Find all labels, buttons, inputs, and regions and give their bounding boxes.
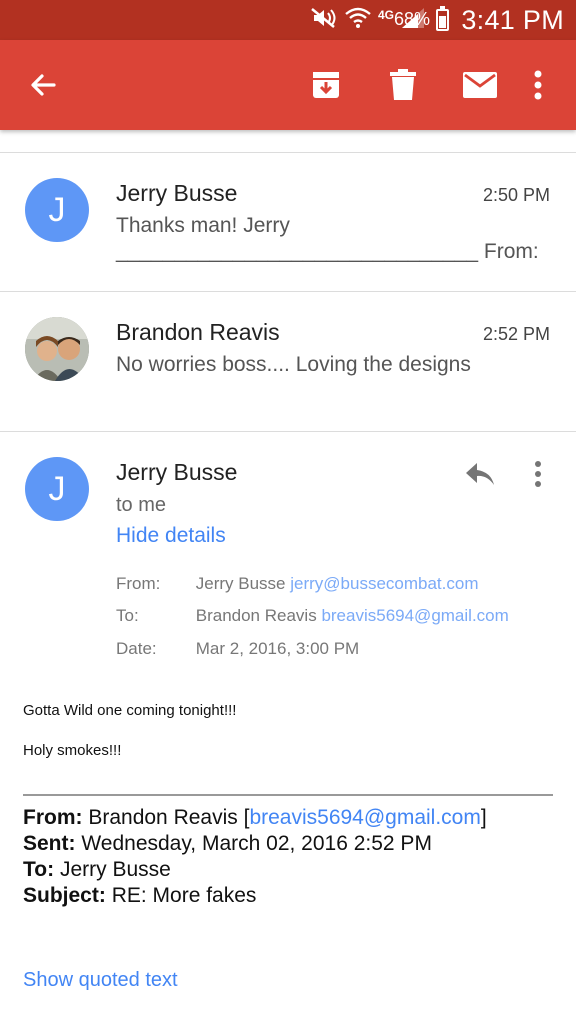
delete-icon <box>390 69 416 100</box>
network-type-label: 4G <box>377 8 394 22</box>
message-snippet: No worries boss.... Loving the designs <box>116 353 471 376</box>
detail-to-name: Brandon Reavis <box>195 606 317 625</box>
message-snippet-line2: _______________________________ From: <box>116 240 539 263</box>
message-more-button[interactable] <box>526 456 550 492</box>
thread-message-collapsed[interactable]: Brandon Reavis 2:52 PM No worries boss..… <box>0 292 576 431</box>
quote-separator <box>23 794 553 796</box>
battery-icon <box>436 6 449 31</box>
avatar-initial: J <box>48 190 66 229</box>
detail-date-value: Mar 2, 2016, 3:00 PM <box>195 639 360 658</box>
quoted-to: To: Jerry Busse <box>23 858 171 882</box>
avatar: J <box>25 457 89 521</box>
quoted-subject: Subject: RE: More fakes <box>23 884 256 908</box>
show-quoted-text-link[interactable]: Show quoted text <box>23 969 178 992</box>
quoted-sent-label: Sent: <box>23 832 76 855</box>
quoted-from-name: Brandon Reavis [ <box>88 806 250 829</box>
hide-details-link[interactable]: Hide details <box>116 524 226 548</box>
delete-button[interactable] <box>380 62 426 108</box>
sender-name: Jerry Busse <box>116 180 238 206</box>
archive-icon <box>313 72 339 98</box>
reply-button[interactable] <box>462 456 498 492</box>
app-bar <box>0 40 576 130</box>
more-vert-icon <box>534 70 542 100</box>
quoted-from: From: Brandon Reavis [breavis5694@gmail.… <box>23 806 487 830</box>
quoted-sent: Sent: Wednesday, March 02, 2016 2:52 PM <box>23 832 432 856</box>
quoted-subject-label: Subject: <box>23 884 106 907</box>
avatar-initial: J <box>48 469 66 508</box>
thread-message-collapsed[interactable]: J Jerry Busse 2:50 PM Thanks man! Jerry … <box>0 153 576 291</box>
message-snippet: Thanks man! Jerry <box>116 214 290 237</box>
sender-name: Jerry Busse <box>116 459 238 485</box>
detail-from-email[interactable]: jerry@bussecombat.com <box>290 574 478 593</box>
quoted-from-email[interactable]: breavis5694@gmail.com <box>249 806 480 829</box>
detail-from: From: Jerry Busse jerry@bussecombat.com <box>116 574 478 594</box>
body-line: Holy smokes!!! <box>23 742 122 759</box>
detail-to-email[interactable]: breavis5694@gmail.com <box>321 606 508 625</box>
avatar-photo <box>25 317 89 381</box>
sender-name: Brandon Reavis <box>116 319 280 345</box>
detail-to-label: To: <box>116 606 139 625</box>
mark-unread-button[interactable] <box>457 62 503 108</box>
detail-date: Date: Mar 2, 2016, 3:00 PM <box>116 639 359 659</box>
detail-date-label: Date: <box>116 639 157 658</box>
quoted-from-label: From: <box>23 806 83 829</box>
quoted-sent-value: Wednesday, March 02, 2016 2:52 PM <box>81 832 432 855</box>
back-button[interactable] <box>20 62 66 108</box>
more-options-button[interactable] <box>515 62 561 108</box>
more-vert-icon <box>535 461 541 487</box>
back-arrow-icon <box>31 74 56 96</box>
quoted-to-value: Jerry Busse <box>59 858 171 881</box>
message-time: 2:50 PM <box>482 185 550 205</box>
mark-unread-icon <box>463 72 497 98</box>
recipient-summary: to me <box>116 494 167 516</box>
avatar: J <box>25 178 89 242</box>
body-line: Gotta Wild one coming tonight!!! <box>23 702 237 719</box>
quoted-subject-value: RE: More fakes <box>111 884 257 907</box>
detail-from-name: Jerry Busse <box>195 574 286 593</box>
archive-button[interactable] <box>303 62 349 108</box>
quoted-to-label: To: <box>23 858 55 881</box>
thread-message-expanded: J Jerry Busse to me Hide details From: J… <box>0 432 576 1024</box>
status-clock: 3:41 PM <box>461 5 564 35</box>
status-bar: 4G 68% 3:41 PM <box>0 0 576 40</box>
detail-to: To: Brandon Reavis breavis5694@gmail.com <box>116 606 509 626</box>
wifi-icon <box>344 7 372 34</box>
battery-percent: 68% <box>393 9 430 29</box>
mute-icon <box>310 7 338 34</box>
reply-icon <box>466 463 494 485</box>
message-time: 2:52 PM <box>482 324 550 344</box>
detail-from-label: From: <box>116 574 161 593</box>
quoted-from-close: ] <box>480 806 487 829</box>
